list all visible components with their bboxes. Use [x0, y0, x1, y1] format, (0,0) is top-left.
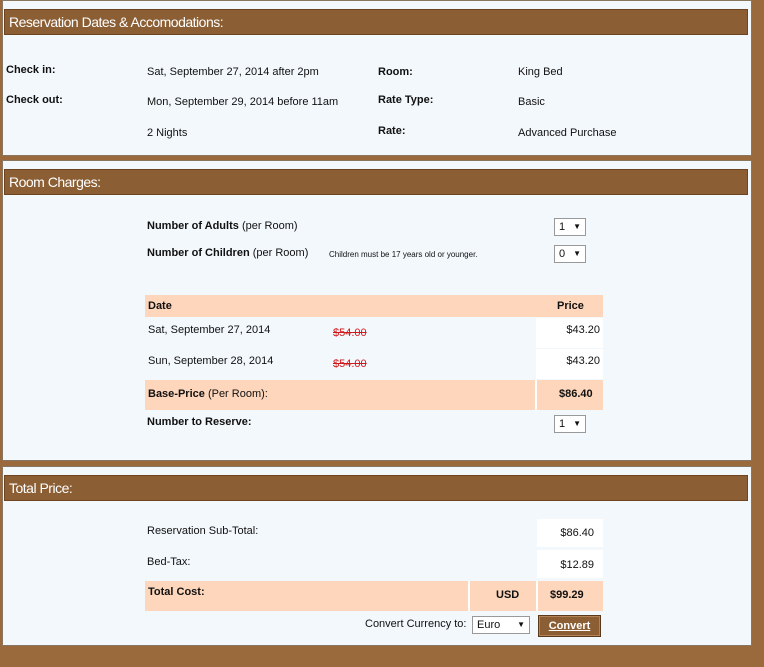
- tax-label: Bed-Tax:: [147, 556, 191, 568]
- caret-down-icon: ▼: [573, 222, 581, 231]
- reservation-header: Reservation Dates & Accomodations:: [4, 9, 748, 35]
- row-old-price: $54.00: [333, 327, 367, 339]
- reserve-label: Number to Reserve:: [147, 416, 252, 428]
- ratetype-label: Rate Type:: [378, 94, 434, 106]
- caret-down-icon: ▼: [517, 620, 525, 629]
- subtotal-label: Reservation Sub-Total:: [147, 525, 259, 537]
- ratetype-value: Basic: [518, 96, 545, 108]
- checkin-label: Check in:: [6, 64, 56, 76]
- room-value: King Bed: [518, 66, 563, 78]
- currency-select[interactable]: Euro ▼: [472, 616, 530, 634]
- row-price: $43.20: [566, 355, 600, 367]
- total-cost-label: Total Cost:: [148, 586, 205, 598]
- convert-label: Convert Currency to:: [365, 618, 467, 630]
- col-date-header: Date: [148, 300, 172, 312]
- children-select-value: 0: [559, 248, 566, 260]
- children-label: Number of Children: [147, 247, 250, 259]
- total-panel: Total Price: Reservation Sub-Total: $86.…: [2, 466, 752, 646]
- checkout-label: Check out:: [6, 94, 63, 106]
- total-header: Total Price:: [4, 475, 748, 501]
- adults-label: Number of Adults: [147, 220, 239, 232]
- base-price-label: Base-Price: [148, 388, 205, 400]
- reservation-panel: Reservation Dates & Accomodations: Check…: [2, 0, 752, 156]
- children-suffix: (per Room): [252, 247, 309, 259]
- price-table-header: Date Price: [145, 295, 603, 317]
- adults-suffix: (per Room): [241, 220, 298, 232]
- caret-down-icon: ▼: [573, 419, 581, 428]
- row-price: $43.20: [566, 324, 600, 336]
- children-row-label: Number of Children (per Room): [147, 247, 308, 259]
- base-price-label-group: Base-Price (Per Room):: [148, 388, 268, 400]
- convert-button[interactable]: Convert: [538, 615, 601, 637]
- room-label: Room:: [378, 66, 413, 78]
- base-price-suffix: (Per Room):: [207, 388, 268, 400]
- checkout-value: Mon, September 29, 2014 before 11am: [147, 96, 339, 108]
- total-cost-row: Total Cost: USD $99.29: [145, 581, 603, 611]
- nights-value: 2 Nights: [147, 127, 188, 139]
- total-divider-1: [468, 581, 470, 611]
- base-price-row: Base-Price (Per Room): $86.40: [145, 380, 603, 410]
- col-price-header: Price: [557, 300, 584, 312]
- tax-value: $12.89: [560, 559, 594, 571]
- row-old-price: $54.00: [333, 358, 367, 370]
- total-currency: USD: [496, 589, 520, 601]
- row-price-cell: $43.20: [536, 318, 603, 348]
- adults-select-value: 1: [559, 221, 566, 233]
- adults-select[interactable]: 1 ▼: [554, 218, 586, 236]
- row-price-cell: $43.20: [536, 349, 603, 379]
- children-note: Children must be 17 years old or younger…: [329, 250, 478, 259]
- subtotal-value: $86.40: [560, 527, 594, 539]
- tax-cell: $12.89: [537, 550, 603, 578]
- row-date: Sat, September 27, 2014: [148, 324, 271, 336]
- room-charges-panel: Room Charges: Number of Adults (per Room…: [2, 160, 752, 461]
- subtotal-cell: $86.40: [537, 519, 603, 547]
- reserve-select[interactable]: 1 ▼: [554, 415, 586, 433]
- currency-select-value: Euro: [477, 619, 501, 631]
- total-divider-2: [536, 581, 538, 611]
- table-row: Sun, September 28, 2014 $54.00 $43.20: [145, 349, 603, 379]
- caret-down-icon: ▼: [573, 249, 581, 258]
- base-price-divider: [535, 380, 537, 410]
- checkin-value: Sat, September 27, 2014 after 2pm: [147, 66, 319, 78]
- children-select[interactable]: 0 ▼: [554, 245, 586, 263]
- total-cost-value: $99.29: [550, 589, 584, 601]
- rate-label: Rate:: [378, 125, 406, 137]
- row-date: Sun, September 28, 2014: [148, 355, 274, 367]
- table-row: Sat, September 27, 2014 $54.00 $43.20: [145, 318, 603, 348]
- rate-value: Advanced Purchase: [518, 127, 617, 139]
- reserve-select-value: 1: [559, 418, 566, 430]
- room-charges-header: Room Charges:: [4, 169, 748, 195]
- adults-row-label: Number of Adults (per Room): [147, 220, 298, 232]
- base-price-value: $86.40: [559, 388, 593, 400]
